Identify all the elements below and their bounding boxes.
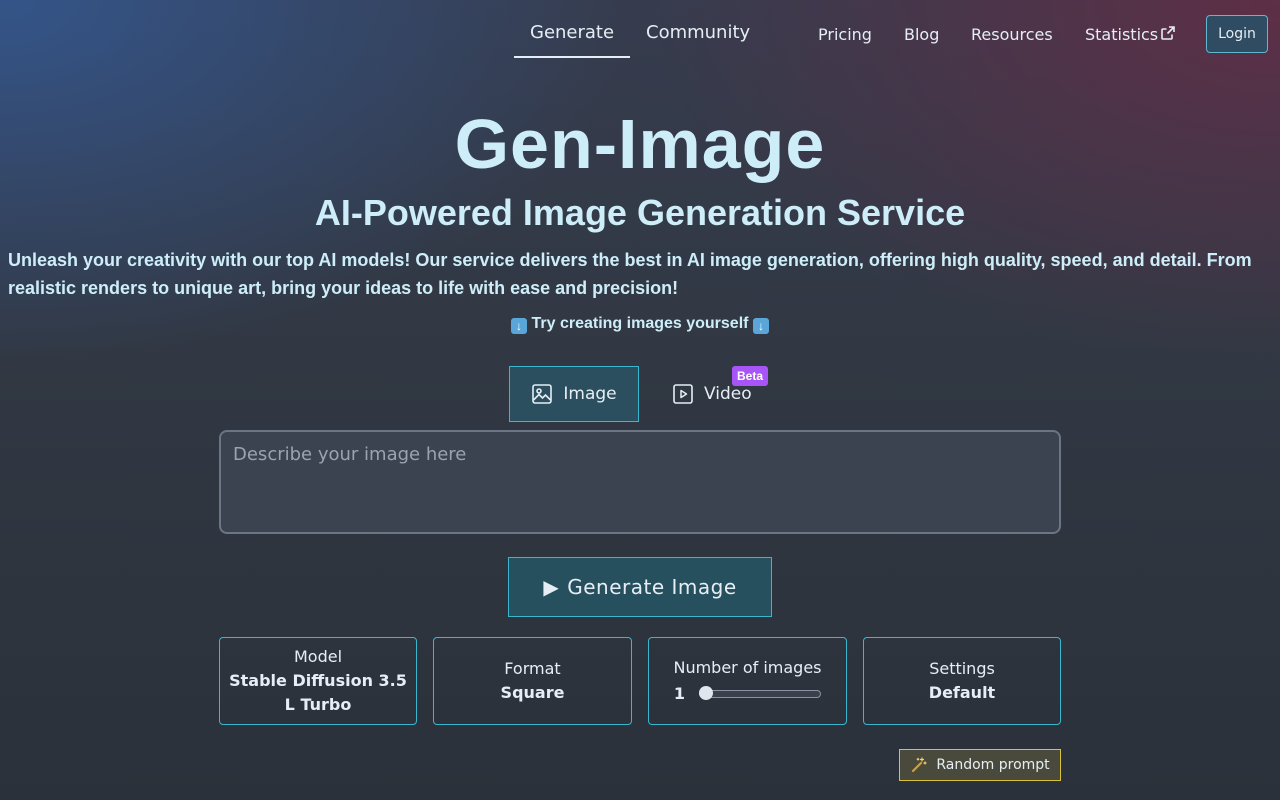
nav-community[interactable]: Community: [646, 22, 750, 43]
nav-resources[interactable]: Resources: [971, 25, 1053, 44]
format-value: Square: [500, 683, 565, 702]
model-selector[interactable]: Model Stable Diffusion 3.5 L Turbo: [219, 637, 417, 725]
number-of-images-label: Number of images: [673, 658, 822, 677]
tab-image[interactable]: Image: [509, 366, 639, 422]
nav-generate[interactable]: Generate: [530, 22, 614, 43]
magic-wand-icon: [912, 757, 927, 773]
format-selector[interactable]: Format Square: [433, 637, 632, 725]
hero-description: Unleash your creativity with our top AI …: [8, 250, 1252, 298]
number-of-images-control: Number of images 1: [648, 637, 847, 725]
beta-badge: Beta: [732, 366, 769, 386]
try-yourself-text: Try creating images yourself: [531, 315, 749, 332]
play-icon: ▶: [543, 575, 560, 599]
settings-selector[interactable]: Settings Default: [863, 637, 1061, 725]
nav-active-underline: [514, 56, 630, 58]
random-prompt-button[interactable]: Random prompt: [899, 749, 1061, 781]
nav-pricing[interactable]: Pricing: [818, 25, 872, 44]
external-link-icon: [1161, 26, 1175, 40]
down-arrow-icon: ↓: [511, 318, 528, 334]
login-button[interactable]: Login: [1206, 15, 1268, 53]
random-prompt-label: Random prompt: [936, 757, 1050, 773]
settings-label: Settings: [929, 659, 995, 678]
number-of-images-value: 1: [673, 684, 686, 703]
hero-subtitle: AI-Powered Image Generation Service: [314, 192, 966, 233]
slider-thumb[interactable]: [699, 686, 714, 700]
nav-statistics[interactable]: Statistics: [1085, 25, 1176, 44]
nav-blog[interactable]: Blog: [904, 25, 939, 44]
prompt-input[interactable]: [219, 430, 1061, 534]
generate-image-button[interactable]: ▶ Generate Image: [508, 557, 772, 617]
nav-statistics-label: Statistics: [1085, 25, 1159, 44]
tab-image-label: Image: [563, 384, 617, 404]
format-label: Format: [504, 659, 561, 678]
hero-title: Gen-Image: [454, 105, 826, 183]
model-label: Model: [293, 647, 343, 666]
model-value: Stable Diffusion 3.5 L Turbo: [229, 671, 407, 714]
tab-video-label: Video: [704, 384, 752, 404]
try-yourself-line: ↓ Try creating images yourself ↓: [0, 315, 1280, 334]
video-play-icon: [673, 384, 693, 404]
number-of-images-slider[interactable]: [699, 686, 822, 700]
down-arrow-icon: ↓: [752, 318, 769, 334]
settings-value: Default: [928, 683, 996, 702]
generate-image-label: Generate Image: [567, 575, 737, 599]
image-icon: [532, 384, 553, 404]
